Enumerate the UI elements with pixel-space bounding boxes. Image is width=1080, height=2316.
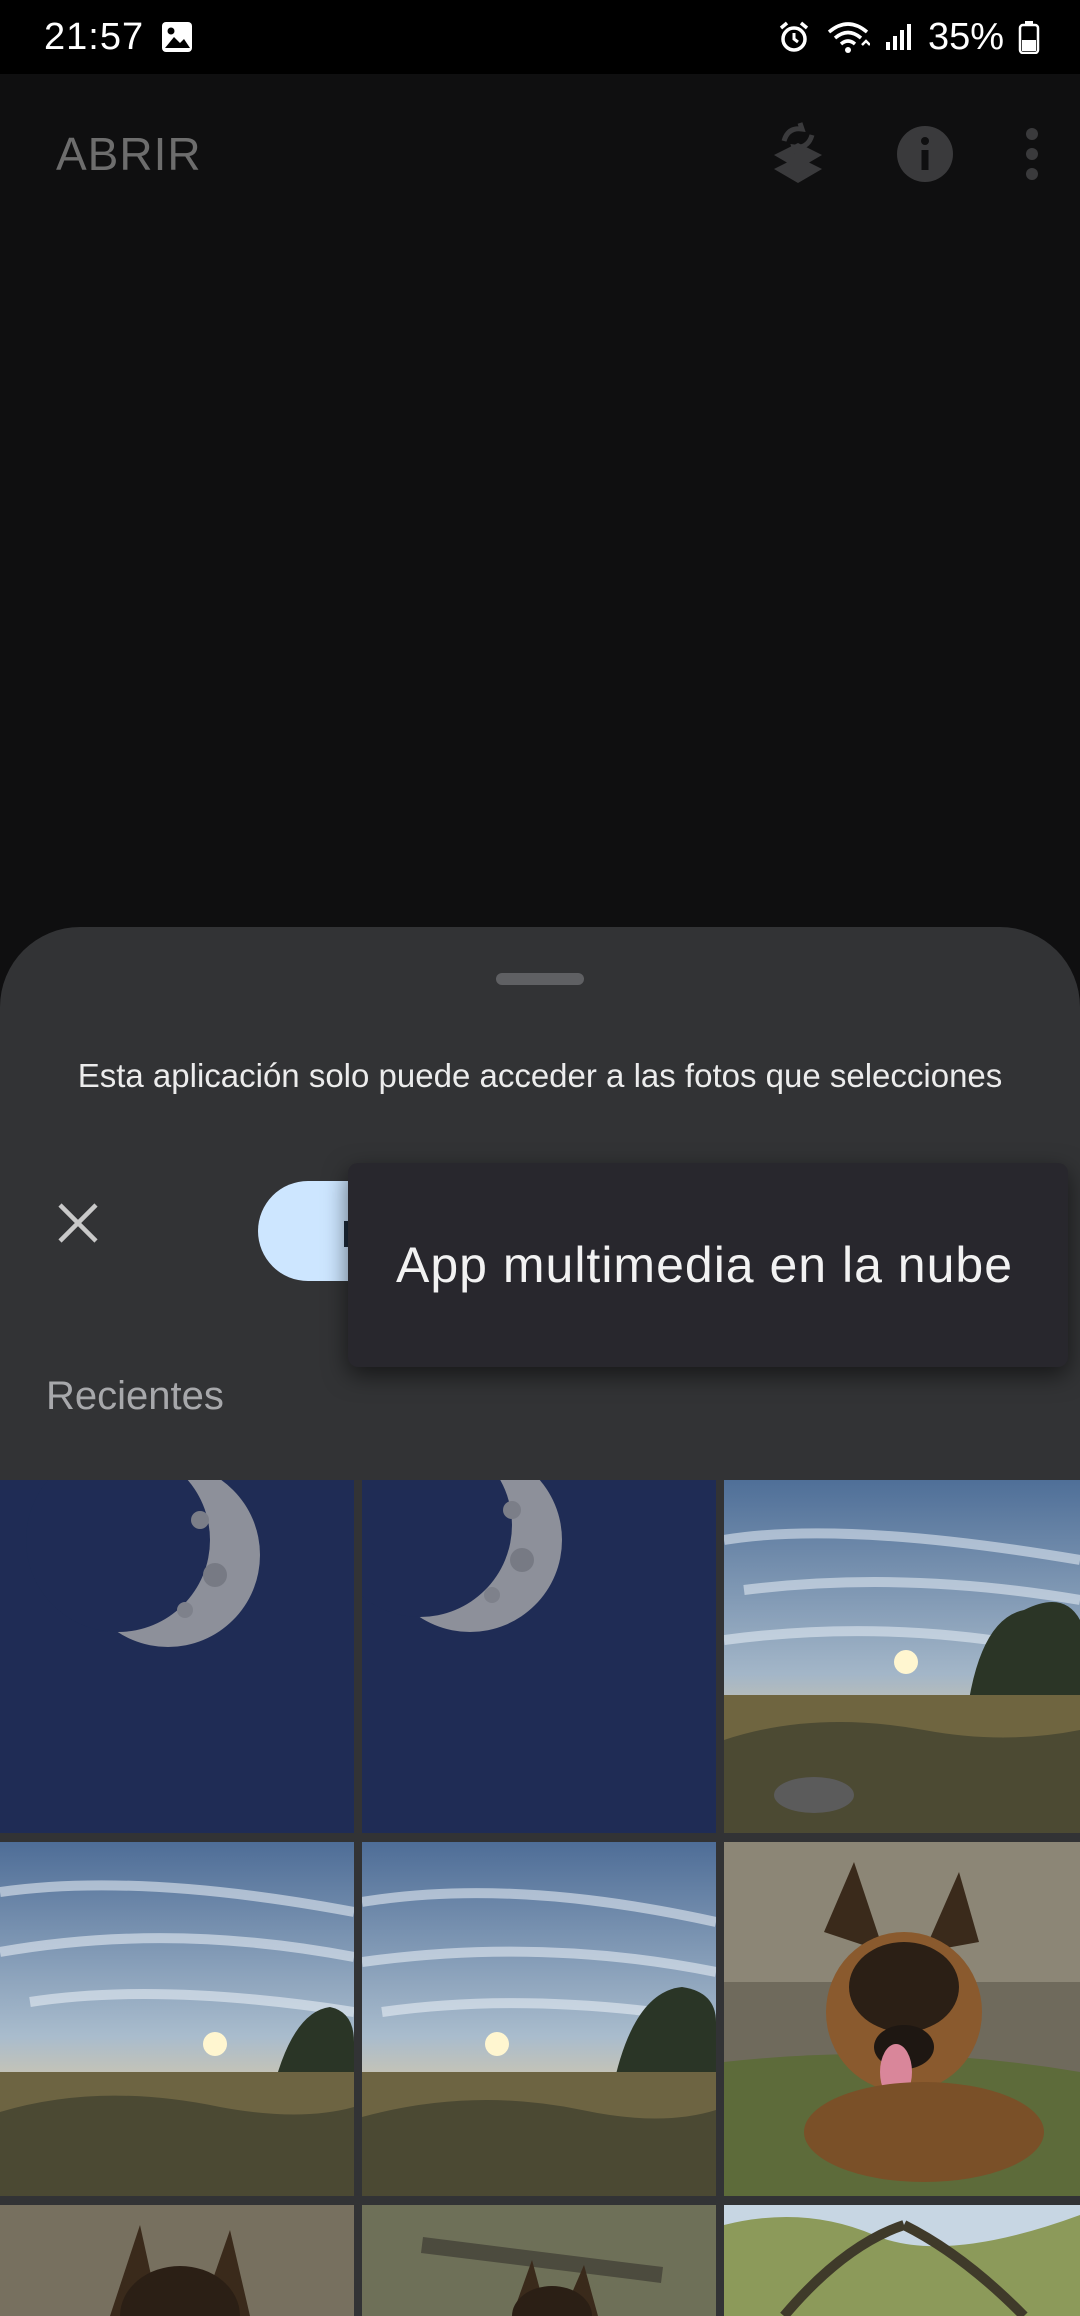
drag-handle[interactable] (496, 973, 584, 985)
tree-image (724, 2205, 1080, 2316)
sunset-landscape-image (362, 1842, 716, 2196)
photo-thumbnail[interactable] (0, 1480, 354, 1833)
dog-image (362, 2205, 716, 2316)
photo-thumbnail[interactable] (362, 1842, 716, 2196)
access-message: Esta aplicación solo puede acceder a las… (77, 1057, 1003, 1094)
status-time: 21:57 (44, 15, 145, 58)
battery-percent: 35% (927, 15, 1004, 58)
more-vert-icon[interactable] (1024, 126, 1040, 182)
sunset-landscape-image (0, 1842, 354, 2196)
dog-image (724, 1842, 1080, 2196)
photo-thumbnail[interactable] (724, 1842, 1080, 2196)
moon-image (362, 1480, 716, 1833)
photo-grid (0, 1480, 1080, 2316)
photo-thumbnail[interactable] (724, 2205, 1080, 2316)
layers-icon[interactable] (770, 121, 826, 187)
photo-thumbnail[interactable] (0, 1842, 354, 2196)
gallery-notification-icon (160, 20, 194, 54)
status-bar: 21:57 35% (0, 0, 1080, 74)
dog-image (0, 2205, 354, 2316)
menu-item-cloud-media-app[interactable]: App multimedia en la nube (396, 1236, 1013, 1294)
photo-thumbnail[interactable] (0, 2205, 354, 2316)
photo-thumbnail[interactable] (362, 2205, 716, 2316)
popup-menu: App multimedia en la nube (348, 1163, 1068, 1367)
app-bar: ABRIR (0, 74, 1080, 234)
photo-thumbnail[interactable] (724, 1480, 1080, 1833)
info-icon[interactable] (896, 125, 954, 183)
photo-thumbnail[interactable] (362, 1480, 716, 1833)
signal-icon (884, 22, 914, 52)
battery-icon (1018, 20, 1040, 54)
close-button[interactable] (48, 1195, 108, 1255)
moon-image (0, 1480, 354, 1833)
close-icon (56, 1201, 100, 1250)
section-label-recent: Recientes (46, 1374, 224, 1418)
sunset-landscape-image (724, 1480, 1080, 1833)
alarm-icon (776, 19, 812, 55)
wifi-icon (826, 19, 870, 55)
app-bar-title[interactable]: ABRIR (56, 127, 770, 181)
